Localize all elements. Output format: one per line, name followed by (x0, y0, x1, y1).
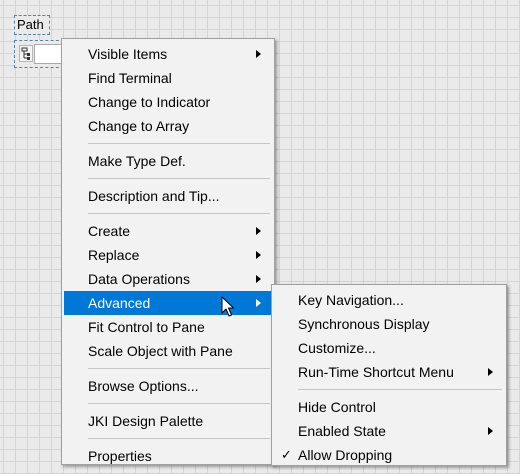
menu-item-allow-dropping[interactable]: ✓ Allow Dropping (274, 443, 504, 467)
menu-item-data-operations[interactable]: Data Operations (64, 267, 272, 291)
menu-item-make-type-def[interactable]: Make Type Def. (64, 149, 272, 173)
submenu-arrow-icon (256, 251, 261, 259)
menu-item-label: Synchronous Display (298, 316, 430, 332)
submenu-arrow-icon (256, 275, 261, 283)
menu-item-label: Properties (88, 448, 152, 464)
menu-item-fit-control-to-pane[interactable]: Fit Control to Pane (64, 315, 272, 339)
path-control-label[interactable]: Path (14, 15, 50, 35)
menu-item-label: Make Type Def. (88, 153, 186, 169)
menu-item-synchronous-display[interactable]: Synchronous Display (274, 312, 504, 336)
menu-item-key-navigation[interactable]: Key Navigation... (274, 288, 504, 312)
advanced-submenu: Key Navigation... Synchronous Display Cu… (271, 284, 507, 466)
checkmark-icon: ✓ (281, 447, 292, 462)
context-menu: Visible Items Find Terminal Change to In… (61, 38, 275, 465)
menu-item-label: Customize... (298, 340, 376, 356)
folder-tree-icon (20, 46, 32, 61)
menu-item-label: Change to Array (88, 118, 190, 134)
menu-item-description-and-tip[interactable]: Description and Tip... (64, 184, 272, 208)
menu-item-change-to-indicator[interactable]: Change to Indicator (64, 90, 272, 114)
menu-item-label: Fit Control to Pane (88, 319, 205, 335)
menu-separator (298, 389, 502, 390)
menu-item-jki-design-palette[interactable]: JKI Design Palette (64, 409, 272, 433)
menu-item-scale-object-with-pane[interactable]: Scale Object with Pane (64, 339, 272, 363)
menu-item-label: Replace (88, 247, 140, 263)
menu-item-label: Run-Time Shortcut Menu (298, 364, 454, 380)
menu-separator (88, 213, 270, 214)
menu-item-label: Browse Options... (88, 378, 199, 394)
menu-separator (88, 368, 270, 369)
menu-item-label: Scale Object with Pane (88, 343, 233, 359)
menu-item-visible-items[interactable]: Visible Items (64, 42, 272, 66)
menu-item-properties[interactable]: Properties (64, 444, 272, 468)
submenu-arrow-icon (256, 299, 261, 307)
menu-item-label: Find Terminal (88, 70, 172, 86)
menu-item-create[interactable]: Create (64, 219, 272, 243)
menu-item-find-terminal[interactable]: Find Terminal (64, 66, 272, 90)
menu-item-replace[interactable]: Replace (64, 243, 272, 267)
menu-item-label: Create (88, 223, 131, 239)
menu-item-change-to-array[interactable]: Change to Array (64, 114, 272, 138)
menu-item-label: Enabled State (298, 423, 386, 439)
menu-item-label: Hide Control (298, 399, 376, 415)
menu-item-label: Allow Dropping (298, 447, 393, 463)
path-input[interactable] (34, 44, 63, 64)
menu-separator (88, 403, 270, 404)
menu-separator (88, 178, 270, 179)
menu-separator (88, 438, 270, 439)
submenu-arrow-icon (256, 50, 261, 58)
menu-separator (88, 143, 270, 144)
menu-item-advanced[interactable]: Advanced (64, 291, 272, 315)
menu-item-customize[interactable]: Customize... (274, 336, 504, 360)
menu-item-run-time-shortcut-menu[interactable]: Run-Time Shortcut Menu (274, 360, 504, 384)
menu-item-label: Visible Items (88, 46, 168, 62)
menu-item-label: Description and Tip... (88, 188, 220, 204)
menu-item-label: Key Navigation... (298, 292, 404, 308)
submenu-arrow-icon (488, 368, 493, 376)
menu-item-hide-control[interactable]: Hide Control (274, 395, 504, 419)
menu-item-label: Change to Indicator (88, 94, 211, 110)
menu-item-label: Advanced (88, 295, 151, 311)
submenu-arrow-icon (488, 427, 493, 435)
menu-item-label: JKI Design Palette (88, 413, 204, 429)
menu-item-label: Data Operations (88, 271, 190, 287)
menu-item-enabled-state[interactable]: Enabled State (274, 419, 504, 443)
menu-item-browse-options[interactable]: Browse Options... (64, 374, 272, 398)
submenu-arrow-icon (256, 227, 261, 235)
mouse-pointer-icon (221, 296, 235, 318)
path-browse-button[interactable] (19, 45, 33, 62)
path-control[interactable] (14, 40, 64, 68)
